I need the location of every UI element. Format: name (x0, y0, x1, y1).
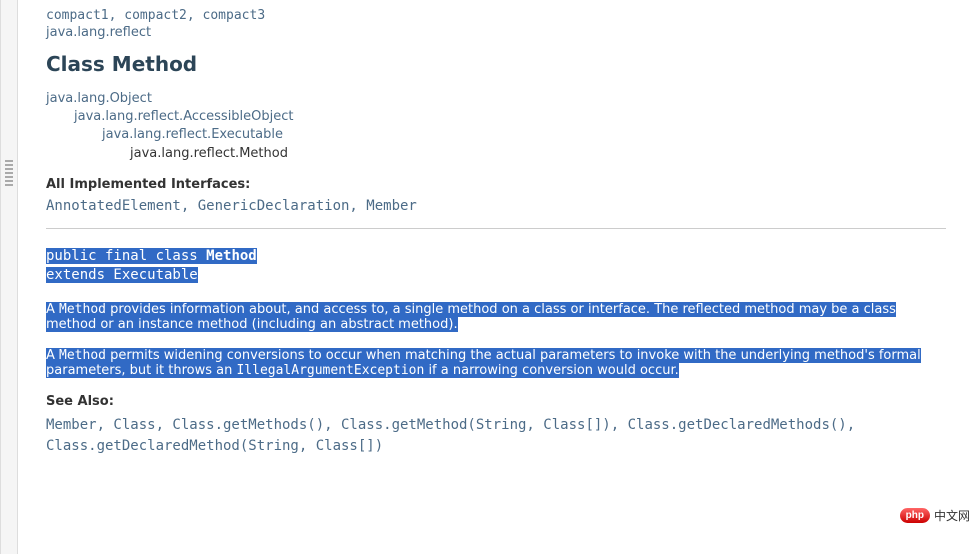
desc-code: IllegalArgumentException (236, 363, 424, 378)
see-also-list[interactable]: Member, Class, Class.getMethods(), Class… (46, 415, 946, 457)
see-also-label: See Also: (46, 394, 946, 409)
inheritance-level-1[interactable]: java.lang.reflect.AccessibleObject (46, 108, 946, 126)
decl-class-name: Method (206, 248, 257, 264)
class-description-p1: A Method provides information about, and… (46, 302, 946, 332)
class-declaration: public final class Method extends Execut… (46, 247, 946, 286)
implemented-interfaces-label: All Implemented Interfaces: (46, 177, 946, 192)
desc-text: provides information about, and access t… (46, 302, 896, 332)
watermark-text: 中文网 (934, 507, 970, 524)
doc-content: compact1, compact2, compact3 java.lang.r… (18, 0, 974, 465)
inheritance-tree: java.lang.Object java.lang.reflect.Acces… (46, 90, 946, 163)
package-name: java.lang.reflect (46, 25, 946, 40)
implemented-interfaces-list[interactable]: AnnotatedElement, GenericDeclaration, Me… (46, 198, 946, 214)
divider-grip-icon (5, 160, 13, 188)
desc-text: A (46, 302, 59, 317)
class-description-p2: A Method permits widening conversions to… (46, 348, 946, 378)
watermark-pill: php (900, 508, 930, 523)
frame-divider[interactable] (0, 0, 18, 554)
inheritance-level-0[interactable]: java.lang.Object (46, 90, 946, 108)
class-title: Class Method (46, 52, 946, 76)
inheritance-level-2[interactable]: java.lang.reflect.Executable (46, 126, 946, 144)
profile-list: compact1, compact2, compact3 (46, 8, 946, 23)
decl-modifiers: public final class (46, 248, 206, 264)
inheritance-level-3: java.lang.reflect.Method (46, 145, 946, 163)
desc-text: if a narrowing conversion would occur. (424, 363, 678, 378)
separator (46, 228, 946, 229)
desc-text: A (46, 348, 59, 363)
decl-extends: extends Executable (46, 267, 198, 283)
desc-code: Method (59, 302, 106, 317)
desc-code: Method (59, 348, 106, 363)
watermark: php 中文网 (900, 507, 970, 524)
